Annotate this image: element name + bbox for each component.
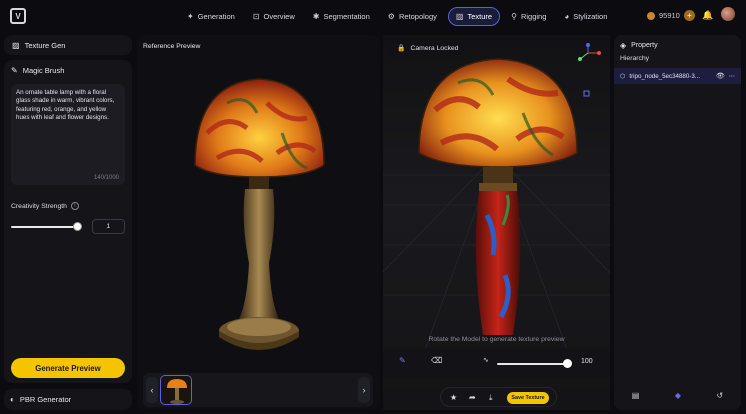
history-icon[interactable]: ↺ bbox=[717, 391, 724, 400]
tab-stylization[interactable]: ◕ Stylization bbox=[557, 7, 614, 26]
save-texture-button[interactable]: Save Texture bbox=[507, 392, 549, 404]
more-options-icon[interactable]: ⋯ bbox=[729, 73, 735, 80]
hierarchy-node-row[interactable]: ⬡ tripo_node_5ec34880-3... 👁 ⋯ bbox=[614, 68, 741, 84]
half-circle-icon: ◐ bbox=[10, 395, 15, 404]
viewport-hint: Rotate the Model to generate texture pre… bbox=[428, 336, 565, 343]
texture-icon: ▨ bbox=[455, 12, 464, 21]
tab-label: Retopology bbox=[398, 12, 437, 21]
brush-size-slider[interactable] bbox=[497, 363, 567, 365]
eye-icon[interactable]: 👁 bbox=[716, 72, 725, 80]
reference-thumbnail-strip: ‹ › bbox=[143, 373, 373, 407]
tab-label: Stylization bbox=[573, 12, 608, 21]
texture-icon: ▨ bbox=[12, 41, 20, 50]
reference-preview-panel: Reference Preview ‹ › bbox=[137, 35, 380, 410]
tab-texture[interactable]: ▨ Texture bbox=[447, 7, 501, 26]
panel-title: Reference Preview bbox=[143, 43, 201, 50]
creativity-slider-row: 1 bbox=[11, 219, 125, 234]
brush-size-icon: ∿ bbox=[483, 357, 489, 364]
avatar[interactable] bbox=[721, 7, 735, 21]
camera-label: Camera Locked bbox=[410, 44, 459, 52]
brush-size-value: 100 bbox=[581, 358, 593, 365]
texture-actions-bar: ★ ➦ ⤓ Save Texture bbox=[440, 387, 557, 407]
camera-locked-toggle[interactable]: 🔒 Camera Locked bbox=[389, 39, 467, 57]
panel-title: Texture Gen bbox=[24, 41, 66, 50]
slider-knob[interactable] bbox=[72, 222, 82, 231]
tripo-logo-icon[interactable]: V bbox=[10, 8, 26, 24]
tab-label: Overview bbox=[263, 12, 295, 21]
3d-lamp-model bbox=[418, 58, 578, 335]
download-icon[interactable]: ⤓ bbox=[489, 393, 493, 403]
brush-icon: ✎ bbox=[11, 66, 18, 75]
retopo-icon: ⚙ bbox=[387, 12, 395, 21]
prompt-input[interactable]: An ornate table lamp with a floral glass… bbox=[11, 84, 125, 185]
brush-toolbar: ✎ ⌫ ∿ 100 bbox=[383, 348, 610, 378]
share-icon[interactable]: ➦ bbox=[469, 393, 476, 402]
texture-gen-panel[interactable]: ▨ Texture Gen bbox=[4, 35, 132, 55]
tab-label: Segmentation bbox=[323, 12, 370, 21]
layers-stack-icon[interactable]: ◆ bbox=[675, 391, 681, 400]
sparkle-icon: ✦ bbox=[187, 12, 194, 21]
node-name: tripo_node_5ec34880-3... bbox=[629, 72, 700, 80]
bell-icon[interactable]: 🔔 bbox=[702, 10, 713, 21]
eraser-icon[interactable]: ⌫ bbox=[431, 356, 442, 365]
thumbnail-lamp-image bbox=[167, 379, 187, 404]
brush-size-knob[interactable] bbox=[563, 359, 572, 368]
property-panel: ◈ Property Hierarchy ⬡ tripo_node_5ec3488… bbox=[614, 35, 741, 410]
tab-rigging[interactable]: ⚲ Rigging bbox=[504, 7, 553, 26]
lock-icon: 🔒 bbox=[397, 45, 406, 52]
cube-icon: ⬡ bbox=[620, 72, 626, 80]
property-bottom-toolbar: ▤ ◆ ↺ bbox=[614, 391, 741, 400]
prompt-text: An ornate table lamp with a floral glass… bbox=[16, 89, 115, 122]
panel-title: Property bbox=[631, 42, 658, 49]
tab-label: Rigging bbox=[520, 12, 547, 21]
generate-preview-button[interactable]: Generate Preview bbox=[11, 358, 125, 378]
brush-tool-icon[interactable]: ✎ bbox=[399, 356, 406, 365]
creativity-label-row: Creativity Strength i bbox=[11, 202, 125, 210]
tab-retopology[interactable]: ⚙ Retopology bbox=[381, 7, 444, 26]
char-counter: 140/1000 bbox=[93, 174, 119, 181]
archive-icon[interactable]: ▤ bbox=[632, 391, 640, 400]
pbr-generator-panel[interactable]: ◐ PBR Generator bbox=[4, 389, 132, 410]
top-navigation: ✦ Generation ⊡ Overview ✱ Segmentation ⚙ Ret… bbox=[180, 7, 614, 26]
axis-gizmo[interactable] bbox=[573, 41, 603, 97]
credits-display: 95910 + bbox=[647, 10, 695, 21]
segment-icon: ✱ bbox=[312, 12, 320, 21]
panel-title: PBR Generator bbox=[19, 395, 72, 404]
tab-generation[interactable]: ✦ Generation bbox=[180, 7, 242, 26]
creativity-label: Creativity Strength bbox=[11, 202, 67, 210]
previous-arrow-button[interactable]: ‹ bbox=[146, 377, 158, 403]
coin-icon bbox=[647, 11, 655, 20]
magic-brush-panel: ✎ Magic Brush An ornate table lamp with a… bbox=[4, 60, 132, 383]
info-icon[interactable]: i bbox=[70, 202, 79, 210]
tab-label: Texture bbox=[467, 12, 493, 21]
add-credits-button[interactable]: + bbox=[683, 10, 695, 21]
next-arrow-button[interactable]: › bbox=[358, 377, 370, 403]
reference-thumbnail[interactable] bbox=[160, 375, 192, 405]
tab-label: Generation bbox=[197, 12, 235, 21]
panel-title: Magic Brush bbox=[22, 66, 65, 75]
rig-icon: ⚲ bbox=[511, 12, 517, 21]
creativity-value-input[interactable]: 1 bbox=[91, 219, 125, 234]
overview-icon: ⊡ bbox=[252, 12, 260, 21]
credits-value: 95910 bbox=[659, 11, 680, 20]
tab-overview[interactable]: ⊡ Overview bbox=[246, 7, 302, 26]
creativity-value: 1 bbox=[106, 223, 111, 230]
layers-icon: ◈ bbox=[620, 41, 627, 50]
star-icon[interactable]: ★ bbox=[450, 393, 457, 402]
3d-viewport[interactable]: 🔒 Camera Locked Rotate the Model to gene… bbox=[383, 35, 610, 410]
creativity-slider[interactable] bbox=[11, 222, 82, 231]
tab-segmentation[interactable]: ✱ Segmentation bbox=[306, 7, 377, 26]
app-root: V ✦ Generation ⊡ Overview ✱ Segmentation ⚙ R… bbox=[0, 0, 746, 414]
reference-lamp-image bbox=[194, 78, 325, 350]
palette-icon: ◕ bbox=[564, 12, 570, 21]
hierarchy-label: Hierarchy bbox=[620, 55, 650, 62]
